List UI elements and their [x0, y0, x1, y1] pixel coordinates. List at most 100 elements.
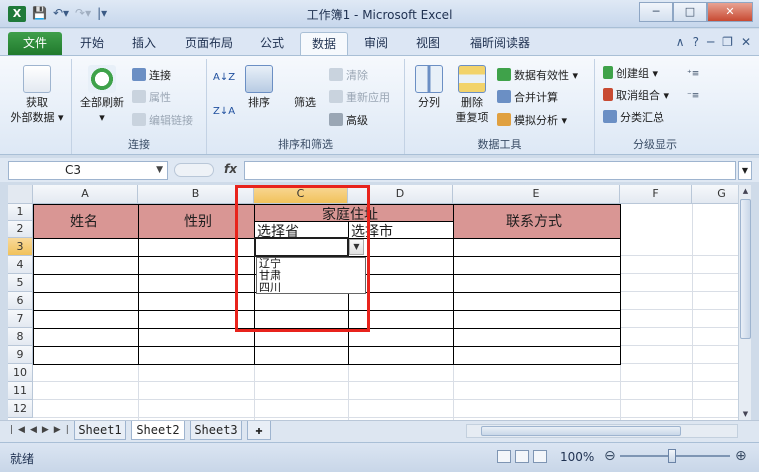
name-box-dropdown-icon[interactable]: ▼ [156, 162, 163, 179]
help-icon[interactable]: ? [693, 35, 699, 49]
tab-foxit-reader[interactable]: 福昕阅读器 [458, 32, 542, 55]
close-button[interactable]: ✕ [707, 2, 753, 22]
page-break-view-icon[interactable] [533, 450, 547, 463]
tab-home[interactable]: 开始 [70, 32, 114, 55]
refresh-all-button[interactable]: 全部刷新 ▾ [76, 65, 128, 125]
what-if-button[interactable]: 模拟分析 ▾ [497, 112, 567, 130]
advanced-filter-button[interactable]: 高级 [329, 112, 368, 130]
clear-filter-icon [329, 68, 343, 81]
row-header-7[interactable]: 7 [8, 310, 33, 328]
row-header-6[interactable]: 6 [8, 292, 33, 310]
subtotal-icon [603, 110, 617, 123]
minimize-button[interactable]: ─ [639, 2, 673, 22]
doc-restore-icon[interactable]: ❐ [722, 35, 733, 49]
horizontal-scroll-thumb[interactable] [481, 426, 681, 436]
normal-view-icon[interactable] [497, 450, 511, 463]
subtotal-button[interactable]: 分类汇总 [603, 109, 664, 127]
sort-az-button[interactable]: A↓Z [213, 69, 235, 87]
maximize-button[interactable]: □ [673, 2, 707, 22]
row-header-12[interactable]: 12 [8, 400, 33, 418]
formula-bar-resize-handle[interactable] [174, 163, 214, 177]
row-header-2[interactable]: 2 [8, 221, 33, 238]
worksheet-grid[interactable]: A B C D E F G 1 2 3 4 5 6 7 8 9 10 11 12… [8, 185, 738, 420]
row-header-1[interactable]: 1 [8, 204, 33, 221]
select-all-corner[interactable] [8, 185, 33, 204]
sort-za-button[interactable]: Z↓A [213, 103, 235, 121]
doc-minimize-icon[interactable]: ─ [707, 35, 714, 49]
row-header-10[interactable]: 10 [8, 364, 33, 382]
row-header-11[interactable]: 11 [8, 382, 33, 400]
scroll-up-icon[interactable]: ▲ [739, 185, 752, 197]
row-header-5[interactable]: 5 [8, 274, 33, 292]
hide-detail-icon[interactable]: ⁻≡ [687, 87, 699, 105]
tab-formulas[interactable]: 公式 [250, 32, 294, 55]
external-data-icon [23, 65, 51, 93]
insert-sheet-icon[interactable]: ✚ [247, 421, 271, 440]
ungroup-icon [603, 88, 613, 101]
zoom-in-icon[interactable]: ⊕ [735, 448, 747, 464]
vertical-scrollbar[interactable]: ▲ ▼ [738, 185, 751, 420]
collapse-ribbon-icon[interactable]: ∧ [676, 35, 685, 49]
tab-page-layout[interactable]: 页面布局 [176, 32, 242, 55]
text-to-columns-button[interactable]: 分列 [409, 65, 449, 110]
vertical-scroll-thumb[interactable] [740, 199, 751, 339]
page-layout-view-icon[interactable] [515, 450, 529, 463]
sheet-tab-3[interactable]: Sheet3 [190, 421, 242, 440]
properties-icon [132, 90, 146, 103]
sheet-nav-arrows-icon[interactable]: |◀◀▶▶| [10, 425, 74, 435]
filter-button[interactable]: 筛选 [285, 65, 325, 110]
sort-icon [245, 65, 273, 93]
zoom-out-icon[interactable]: ⊖ [604, 448, 616, 464]
properties-button[interactable]: 属性 [132, 89, 171, 107]
tab-data[interactable]: 数据 [300, 32, 348, 55]
reapply-button[interactable]: 重新应用 [329, 89, 390, 107]
connections-button[interactable]: 连接 [132, 67, 171, 85]
group-data-tools: 分列 删除 重复项 数据有效性 ▾ 合并计算 模拟分析 ▾ 数据工具 [405, 59, 595, 154]
header-fill-ab [33, 204, 254, 238]
consolidate-button[interactable]: 合并计算 [497, 89, 558, 107]
zoom-slider-thumb[interactable] [668, 449, 676, 463]
expand-formula-bar-icon[interactable]: ▼ [738, 161, 752, 180]
sort-button[interactable]: 排序 [239, 65, 279, 110]
sheet-tab-1[interactable]: Sheet1 [74, 421, 126, 440]
col-header-a[interactable]: A [33, 185, 138, 204]
group-outline: 创建组 ▾ 取消组合 ▾ 分类汇总 ⁺≡ ⁻≡ 分级显示 [595, 59, 755, 154]
data-validation-button[interactable]: 数据有效性 ▾ [497, 67, 578, 85]
header-gender[interactable]: 性别 [184, 211, 212, 231]
status-bar: 就绪 100% ⊖ ⊕ [0, 442, 759, 472]
col-header-e[interactable]: E [453, 185, 620, 204]
clear-button[interactable]: 清除 [329, 67, 368, 85]
tab-review[interactable]: 审阅 [354, 32, 398, 55]
connections-icon [132, 68, 146, 81]
advanced-filter-icon [329, 113, 343, 126]
zoom-level[interactable]: 100% [560, 450, 594, 464]
name-box[interactable]: C3 ▼ [8, 161, 168, 180]
edit-links-button[interactable]: 编辑链接 [132, 112, 193, 130]
insert-function-button[interactable]: fx [224, 162, 237, 176]
group-button[interactable]: 创建组 ▾ [603, 65, 658, 83]
scroll-down-icon[interactable]: ▼ [739, 408, 752, 420]
sheet-tab-2[interactable]: Sheet2 [131, 421, 185, 440]
doc-close-icon[interactable]: ✕ [741, 35, 751, 49]
ungroup-button[interactable]: 取消组合 ▾ [603, 87, 669, 105]
row-header-8[interactable]: 8 [8, 328, 33, 346]
formula-input[interactable] [244, 161, 736, 180]
ribbon: 获取 外部数据 ▾ 全部刷新 ▾ 连接 属性 编辑链接 连接 A↓Z Z↓A 排… [0, 55, 759, 155]
col-header-f[interactable]: F [620, 185, 692, 204]
col-header-g[interactable]: G [692, 185, 738, 204]
show-detail-icon[interactable]: ⁺≡ [687, 65, 699, 83]
tab-view[interactable]: 视图 [406, 32, 450, 55]
tab-insert[interactable]: 插入 [122, 32, 166, 55]
header-name[interactable]: 姓名 [70, 211, 98, 231]
horizontal-scrollbar[interactable] [466, 424, 738, 438]
group-external-data: 获取 外部数据 ▾ [2, 59, 72, 154]
row-header-9[interactable]: 9 [8, 346, 33, 364]
tab-file[interactable]: 文件 [8, 32, 62, 55]
get-external-data-button[interactable]: 获取 外部数据 ▾ [8, 65, 66, 125]
header-contact[interactable]: 联系方式 [506, 211, 562, 231]
remove-duplicates-button[interactable]: 删除 重复项 [451, 65, 493, 125]
group-connections: 全部刷新 ▾ 连接 属性 编辑链接 连接 [72, 59, 207, 154]
ribbon-tabs: 文件 开始 插入 页面布局 公式 数据 审阅 视图 福昕阅读器 ∧ ? ─ ❐ … [0, 29, 759, 55]
row-header-3[interactable]: 3 [8, 238, 33, 256]
row-header-4[interactable]: 4 [8, 256, 33, 274]
